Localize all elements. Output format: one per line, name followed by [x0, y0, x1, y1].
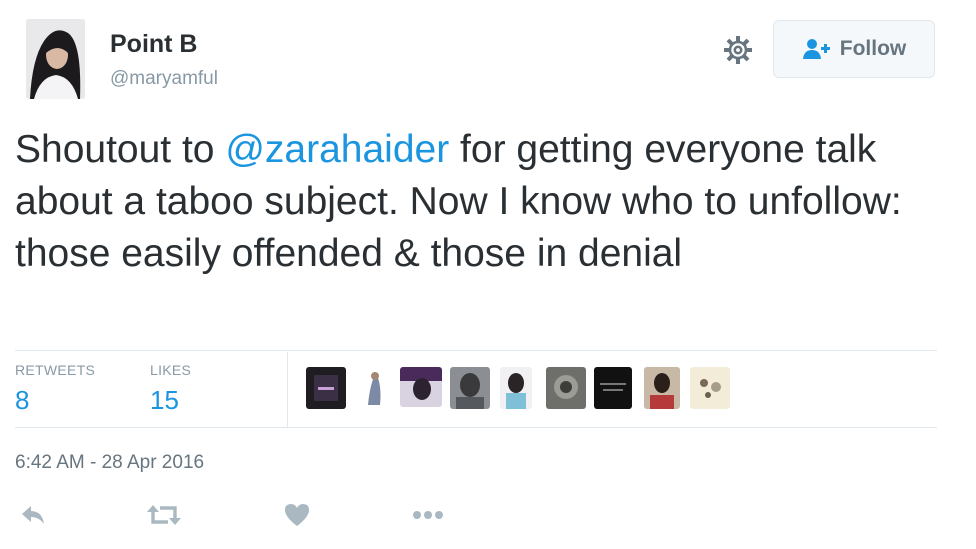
avatar[interactable] [26, 19, 85, 99]
user-name[interactable]: Point B [110, 30, 198, 59]
retweets-label: RETWEETS [15, 362, 96, 378]
follow-user-icon [802, 38, 832, 60]
liker-avatar[interactable] [362, 367, 386, 407]
more-icon[interactable] [412, 500, 444, 530]
liker-avatar[interactable] [546, 367, 586, 409]
stats-vertical-divider [287, 352, 288, 427]
gear-icon[interactable] [722, 34, 754, 66]
likes-label: LIKES [150, 362, 192, 378]
tweet-timestamp[interactable]: 6:42 AM - 28 Apr 2016 [15, 452, 204, 474]
stats-bottom-divider [15, 427, 937, 428]
stats-top-divider [15, 350, 937, 351]
liker-avatar[interactable] [306, 367, 346, 409]
follow-label: Follow [839, 37, 907, 60]
tweet-text-before: Shoutout to [15, 128, 226, 171]
follow-button[interactable]: Follow [773, 20, 935, 78]
liker-avatar[interactable] [400, 367, 442, 407]
retweet-icon[interactable] [146, 500, 182, 530]
liker-avatar[interactable] [644, 367, 680, 409]
liker-avatar[interactable] [450, 367, 490, 409]
liker-avatar[interactable] [594, 367, 632, 409]
tweet-text: Shoutout to @zarahaider for getting ever… [15, 124, 955, 280]
liker-avatar[interactable] [500, 367, 532, 409]
liker-avatar[interactable] [690, 367, 730, 409]
like-icon[interactable] [284, 500, 310, 530]
mention-link[interactable]: @zarahaider [225, 128, 449, 171]
user-handle[interactable]: @maryamful [110, 68, 218, 90]
retweets-count[interactable]: 8 [15, 385, 29, 416]
likes-count[interactable]: 15 [150, 385, 179, 416]
reply-icon[interactable] [20, 500, 46, 530]
